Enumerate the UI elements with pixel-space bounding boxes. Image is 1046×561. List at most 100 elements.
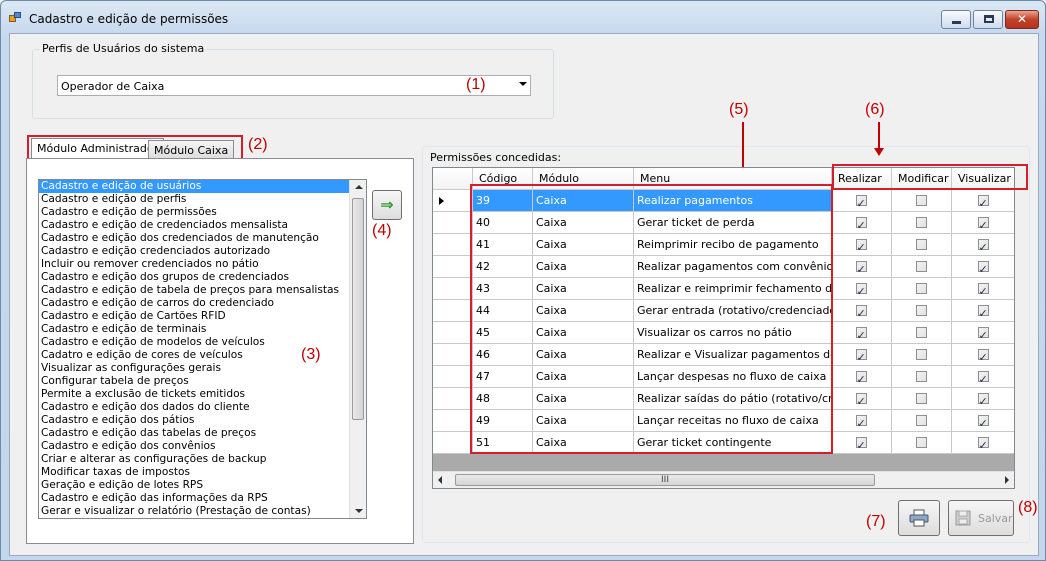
modificar-checkbox[interactable] bbox=[915, 261, 927, 272]
cell-realizar bbox=[832, 256, 892, 278]
scroll-thumb[interactable] bbox=[352, 198, 364, 420]
list-item[interactable]: Cadastro e edição dos dados do cliente bbox=[39, 401, 366, 414]
list-item[interactable]: Cadastro e edição de usuários bbox=[39, 180, 366, 193]
list-item[interactable]: Cadastro e edição dos grupos de credenci… bbox=[39, 271, 366, 284]
tab-panel: Cadastro e edição de usuários Cadastro e … bbox=[26, 158, 414, 544]
realizar-checkbox[interactable] bbox=[855, 413, 867, 431]
realizar-checkbox[interactable] bbox=[855, 435, 867, 453]
modificar-checkbox[interactable] bbox=[915, 327, 927, 338]
list-item[interactable]: Cadastro e edição de credenciados mensal… bbox=[39, 219, 366, 232]
visualizar-checkbox[interactable] bbox=[977, 303, 989, 321]
visualizar-checkbox[interactable] bbox=[977, 435, 989, 453]
visualizar-checkbox[interactable] bbox=[977, 215, 989, 233]
scroll-down-icon[interactable] bbox=[355, 509, 363, 513]
maximize-button[interactable] bbox=[973, 10, 1003, 29]
realizar-checkbox[interactable] bbox=[855, 347, 867, 365]
visualizar-checkbox[interactable] bbox=[977, 237, 989, 255]
row-header[interactable] bbox=[433, 190, 473, 212]
scroll-up-icon[interactable] bbox=[355, 185, 363, 189]
list-item[interactable]: Criar e alterar as configurações de back… bbox=[39, 453, 366, 466]
minimize-button[interactable] bbox=[941, 10, 971, 29]
visualizar-checkbox[interactable] bbox=[977, 325, 989, 343]
annotation-3: (3) bbox=[301, 346, 321, 363]
visualizar-checkbox[interactable] bbox=[977, 193, 989, 211]
list-item[interactable]: Cadastro e edição de carros do credencia… bbox=[39, 297, 366, 310]
list-item[interactable]: Cadastro e edição das tabelas de preços bbox=[39, 427, 366, 440]
annotation-8: (8) bbox=[1018, 499, 1038, 516]
minimize-icon bbox=[952, 21, 961, 24]
realizar-checkbox[interactable] bbox=[855, 237, 867, 255]
realizar-checkbox[interactable] bbox=[855, 369, 867, 387]
cell-realizar bbox=[832, 344, 892, 366]
cell-realizar bbox=[832, 366, 892, 388]
modificar-checkbox[interactable] bbox=[915, 371, 927, 382]
row-header[interactable] bbox=[433, 344, 473, 366]
row-header[interactable] bbox=[433, 366, 473, 388]
cell-visualizar bbox=[952, 256, 1014, 278]
hscroll-thumb[interactable]: III bbox=[455, 474, 875, 486]
row-header[interactable] bbox=[433, 234, 473, 256]
list-item[interactable]: Configurar tabela de preços bbox=[39, 375, 366, 388]
visualizar-checkbox[interactable] bbox=[977, 391, 989, 409]
modificar-checkbox[interactable] bbox=[915, 195, 927, 206]
visualizar-checkbox[interactable] bbox=[977, 281, 989, 299]
list-item[interactable]: Cadastro e edição dos pátios bbox=[39, 414, 366, 427]
profile-select[interactable]: Operador de Caixa bbox=[57, 75, 531, 96]
modificar-checkbox[interactable] bbox=[915, 415, 927, 426]
list-item[interactable]: Permite a exclusão de tickets emitidos bbox=[39, 388, 366, 401]
row-header[interactable] bbox=[433, 322, 473, 344]
list-item[interactable]: Cadastro e edição credenciados autorizad… bbox=[39, 245, 366, 258]
realizar-checkbox[interactable] bbox=[855, 281, 867, 299]
list-item[interactable]: Cadastro e edição de Cartões RFID bbox=[39, 310, 366, 323]
save-button[interactable]: Salvar bbox=[948, 500, 1014, 536]
visualizar-checkbox[interactable] bbox=[977, 413, 989, 431]
close-icon: ✕ bbox=[1016, 12, 1028, 26]
row-header[interactable] bbox=[433, 432, 473, 454]
modificar-checkbox[interactable] bbox=[915, 437, 927, 448]
close-button[interactable]: ✕ bbox=[1005, 10, 1039, 29]
realizar-checkbox[interactable] bbox=[855, 303, 867, 321]
row-header[interactable] bbox=[433, 300, 473, 322]
print-button[interactable] bbox=[898, 500, 940, 536]
realizar-checkbox[interactable] bbox=[855, 391, 867, 409]
visualizar-checkbox[interactable] bbox=[977, 259, 989, 277]
add-permission-button[interactable]: ⇒ bbox=[372, 190, 402, 220]
list-item[interactable]: Incluir ou remover credenciados no pátio bbox=[39, 258, 366, 271]
modificar-checkbox[interactable] bbox=[915, 217, 927, 228]
cell-visualizar bbox=[952, 212, 1014, 234]
row-header[interactable] bbox=[433, 278, 473, 300]
modificar-checkbox[interactable] bbox=[915, 305, 927, 316]
row-header[interactable] bbox=[433, 256, 473, 278]
grid-hscrollbar[interactable]: III bbox=[433, 471, 1014, 488]
listbox-scrollbar[interactable] bbox=[349, 180, 366, 518]
list-item[interactable]: Cadastro e edição de terminais bbox=[39, 323, 366, 336]
list-item[interactable]: Geração e edição de lotes RPS bbox=[39, 479, 366, 492]
list-item[interactable]: Cadastro e edição de perfis bbox=[39, 193, 366, 206]
cell-realizar bbox=[832, 190, 892, 212]
list-item[interactable]: Cadastro e edição de permissões bbox=[39, 206, 366, 219]
visualizar-checkbox[interactable] bbox=[977, 347, 989, 365]
cell-visualizar bbox=[952, 366, 1014, 388]
list-item[interactable]: Cadastro e edição dos credenciados de ma… bbox=[39, 232, 366, 245]
modificar-checkbox[interactable] bbox=[915, 239, 927, 250]
visualizar-checkbox[interactable] bbox=[977, 369, 989, 387]
realizar-checkbox[interactable] bbox=[855, 215, 867, 233]
list-item[interactable]: Cadastro e edição de tabela de preços pa… bbox=[39, 284, 366, 297]
modificar-checkbox[interactable] bbox=[915, 393, 927, 404]
list-item[interactable]: Gerar e visualizar o relatório (Prestaçã… bbox=[39, 505, 366, 518]
scroll-left-icon[interactable] bbox=[438, 476, 442, 484]
row-header[interactable] bbox=[433, 388, 473, 410]
list-item[interactable]: Cadastro e edição dos convênios bbox=[39, 440, 366, 453]
row-header[interactable] bbox=[433, 410, 473, 432]
list-item[interactable]: Cadastro e edição das informações da RPS bbox=[39, 492, 366, 505]
realizar-checkbox[interactable] bbox=[855, 325, 867, 343]
scroll-right-icon[interactable] bbox=[1005, 476, 1009, 484]
list-item[interactable]: Modificar taxas de impostos bbox=[39, 466, 366, 479]
modificar-checkbox[interactable] bbox=[915, 349, 927, 360]
realizar-checkbox[interactable] bbox=[855, 193, 867, 211]
chevron-down-icon[interactable] bbox=[519, 82, 527, 86]
modificar-checkbox[interactable] bbox=[915, 283, 927, 294]
row-header[interactable] bbox=[433, 212, 473, 234]
realizar-checkbox[interactable] bbox=[855, 259, 867, 277]
permissions-label: Permissões concedidas: bbox=[430, 151, 562, 164]
